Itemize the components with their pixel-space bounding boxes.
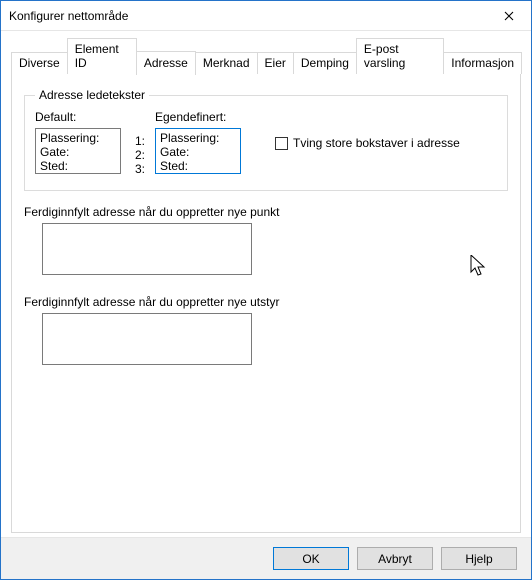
group-legend: Adresse ledetekster [35, 88, 149, 102]
number-column: 1: 2: 3: [131, 110, 145, 176]
tab-adresse[interactable]: Adresse [136, 51, 196, 75]
custom-line-1: Plassering: [160, 131, 236, 145]
num-2: 2: [131, 148, 145, 162]
default-line-1: Plassering: [40, 131, 116, 145]
default-line-3: Sted: [40, 159, 116, 173]
force-caps-row[interactable]: Tving store bokstaver i adresse [251, 110, 460, 150]
custom-label: Egendefinert: [155, 110, 241, 124]
tab-diverse[interactable]: Diverse [11, 52, 68, 74]
tab-informasjon[interactable]: Informasjon [443, 52, 522, 74]
custom-column: Egendefinert: Plassering: Gate: Sted: [155, 110, 241, 174]
dialog-footer: OK Avbryt Hjelp [1, 537, 531, 579]
tab-elementid[interactable]: Element ID [67, 38, 137, 74]
prefill-utstyr-input[interactable] [42, 313, 252, 365]
custom-line-3: Sted: [160, 159, 236, 173]
tab-demping[interactable]: Demping [293, 52, 357, 74]
tab-merknad[interactable]: Merknad [195, 52, 258, 74]
custom-line-2: Gate: [160, 145, 236, 159]
num-3: 3: [131, 162, 145, 176]
group-adresse-ledetekster: Adresse ledetekster Default: Plassering:… [24, 88, 508, 191]
tab-epost[interactable]: E-post varsling [356, 38, 444, 74]
tab-strip: Diverse Element ID Adresse Merknad Eier … [11, 38, 521, 74]
window-title: Konfigurer nettområde [9, 9, 486, 23]
force-caps-label: Tving store bokstaver i adresse [293, 136, 460, 150]
default-list: Plassering: Gate: Sted: [35, 128, 121, 174]
help-button[interactable]: Hjelp [441, 547, 517, 570]
default-line-2: Gate: [40, 145, 116, 159]
prefill-utstyr-label: Ferdiginnfylt adresse når du oppretter n… [24, 295, 508, 309]
prefill-punkt-input[interactable] [42, 223, 252, 275]
close-icon [504, 11, 514, 21]
default-label: Default: [35, 110, 121, 124]
title-bar: Konfigurer nettområde [1, 1, 531, 31]
cancel-button[interactable]: Avbryt [357, 547, 433, 570]
default-column: Default: Plassering: Gate: Sted: [35, 110, 121, 174]
custom-list[interactable]: Plassering: Gate: Sted: [155, 128, 241, 174]
num-1: 1: [131, 134, 145, 148]
tab-eier[interactable]: Eier [257, 52, 294, 74]
ok-button[interactable]: OK [273, 547, 349, 570]
prefill-punkt-label: Ferdiginnfylt adresse når du oppretter n… [24, 205, 508, 219]
force-caps-checkbox[interactable] [275, 137, 288, 150]
dialog-content: Diverse Element ID Adresse Merknad Eier … [1, 31, 531, 537]
close-button[interactable] [486, 1, 531, 31]
tab-panel-adresse: Adresse ledetekster Default: Plassering:… [11, 73, 521, 533]
